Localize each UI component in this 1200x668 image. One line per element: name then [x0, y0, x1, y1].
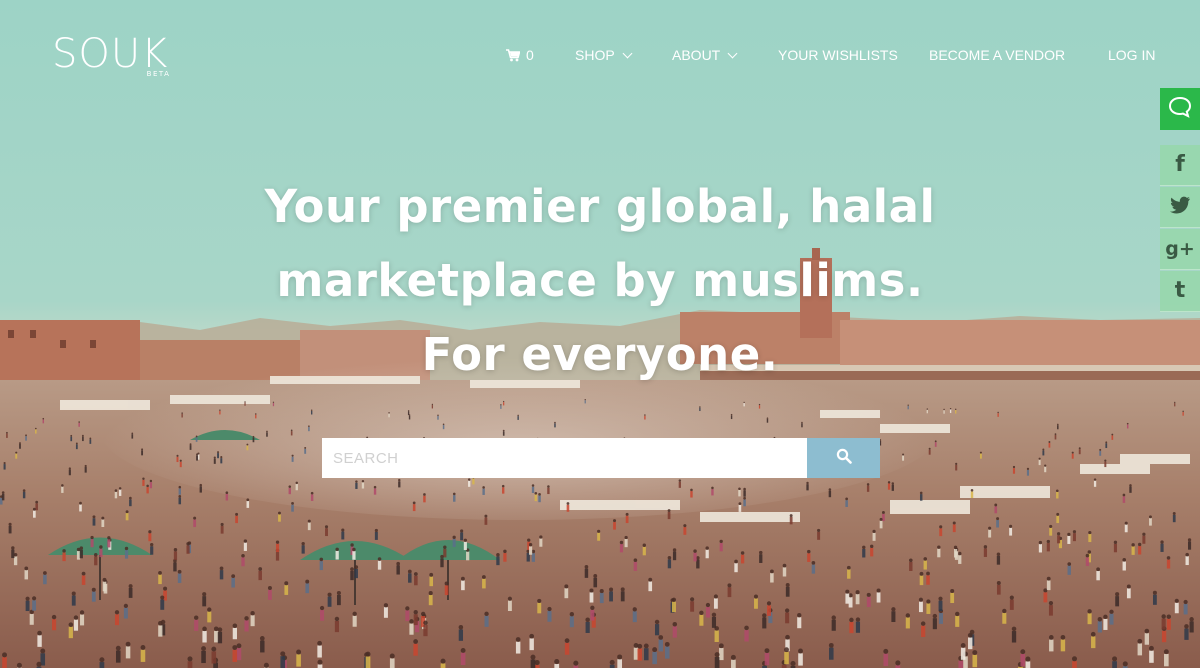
nav-login[interactable]: LOG IN: [1108, 46, 1155, 64]
twitter-share-button[interactable]: [1160, 187, 1200, 228]
nav-about[interactable]: ABOUT: [672, 46, 738, 64]
nav-become-vendor[interactable]: BECOME A VENDOR: [929, 46, 1065, 64]
nav-shop[interactable]: SHOP: [575, 46, 633, 64]
search-icon: [836, 448, 852, 468]
beta-badge: BETA: [146, 70, 171, 78]
search-button[interactable]: [807, 438, 880, 478]
tumblr-share-button[interactable]: t: [1160, 271, 1200, 312]
googleplus-share-button[interactable]: g+: [1160, 229, 1200, 270]
cart-count: 0: [526, 47, 534, 63]
googleplus-icon: g+: [1165, 238, 1195, 260]
nav-login-label: LOG IN: [1108, 47, 1156, 63]
facebook-share-button[interactable]: f: [1160, 145, 1200, 186]
tumblr-icon: t: [1174, 278, 1186, 303]
hero-line-1: Your premier global, halal: [264, 180, 936, 233]
twitter-icon: [1169, 196, 1191, 218]
nav-wishlists[interactable]: YOUR WISHLISTS: [778, 46, 898, 64]
main-navigation: 0 SHOP ABOUT YOUR WISHLISTS BECOME A VEN…: [0, 46, 1200, 66]
facebook-icon: f: [1175, 152, 1185, 177]
chevron-down-icon: [727, 48, 738, 58]
nav-shop-label: SHOP: [575, 47, 615, 63]
hero-line-3: For everyone.: [421, 328, 779, 381]
chat-bubble-icon: [1168, 96, 1192, 122]
hero-line-2: marketplace by muslims.: [276, 254, 924, 307]
cart-link[interactable]: 0: [506, 46, 534, 64]
shopping-cart-icon: [506, 48, 520, 62]
nav-wishlists-label: YOUR WISHLISTS: [778, 47, 898, 63]
hero-headline: Your premier global, halal marketplace b…: [0, 170, 1200, 392]
nav-about-label: ABOUT: [672, 47, 721, 63]
nav-vendor-label: BECOME A VENDOR: [929, 47, 1066, 63]
chat-button[interactable]: [1160, 88, 1200, 130]
chevron-down-icon: [622, 48, 633, 58]
search-input[interactable]: [322, 438, 807, 478]
search-bar: [322, 438, 880, 478]
